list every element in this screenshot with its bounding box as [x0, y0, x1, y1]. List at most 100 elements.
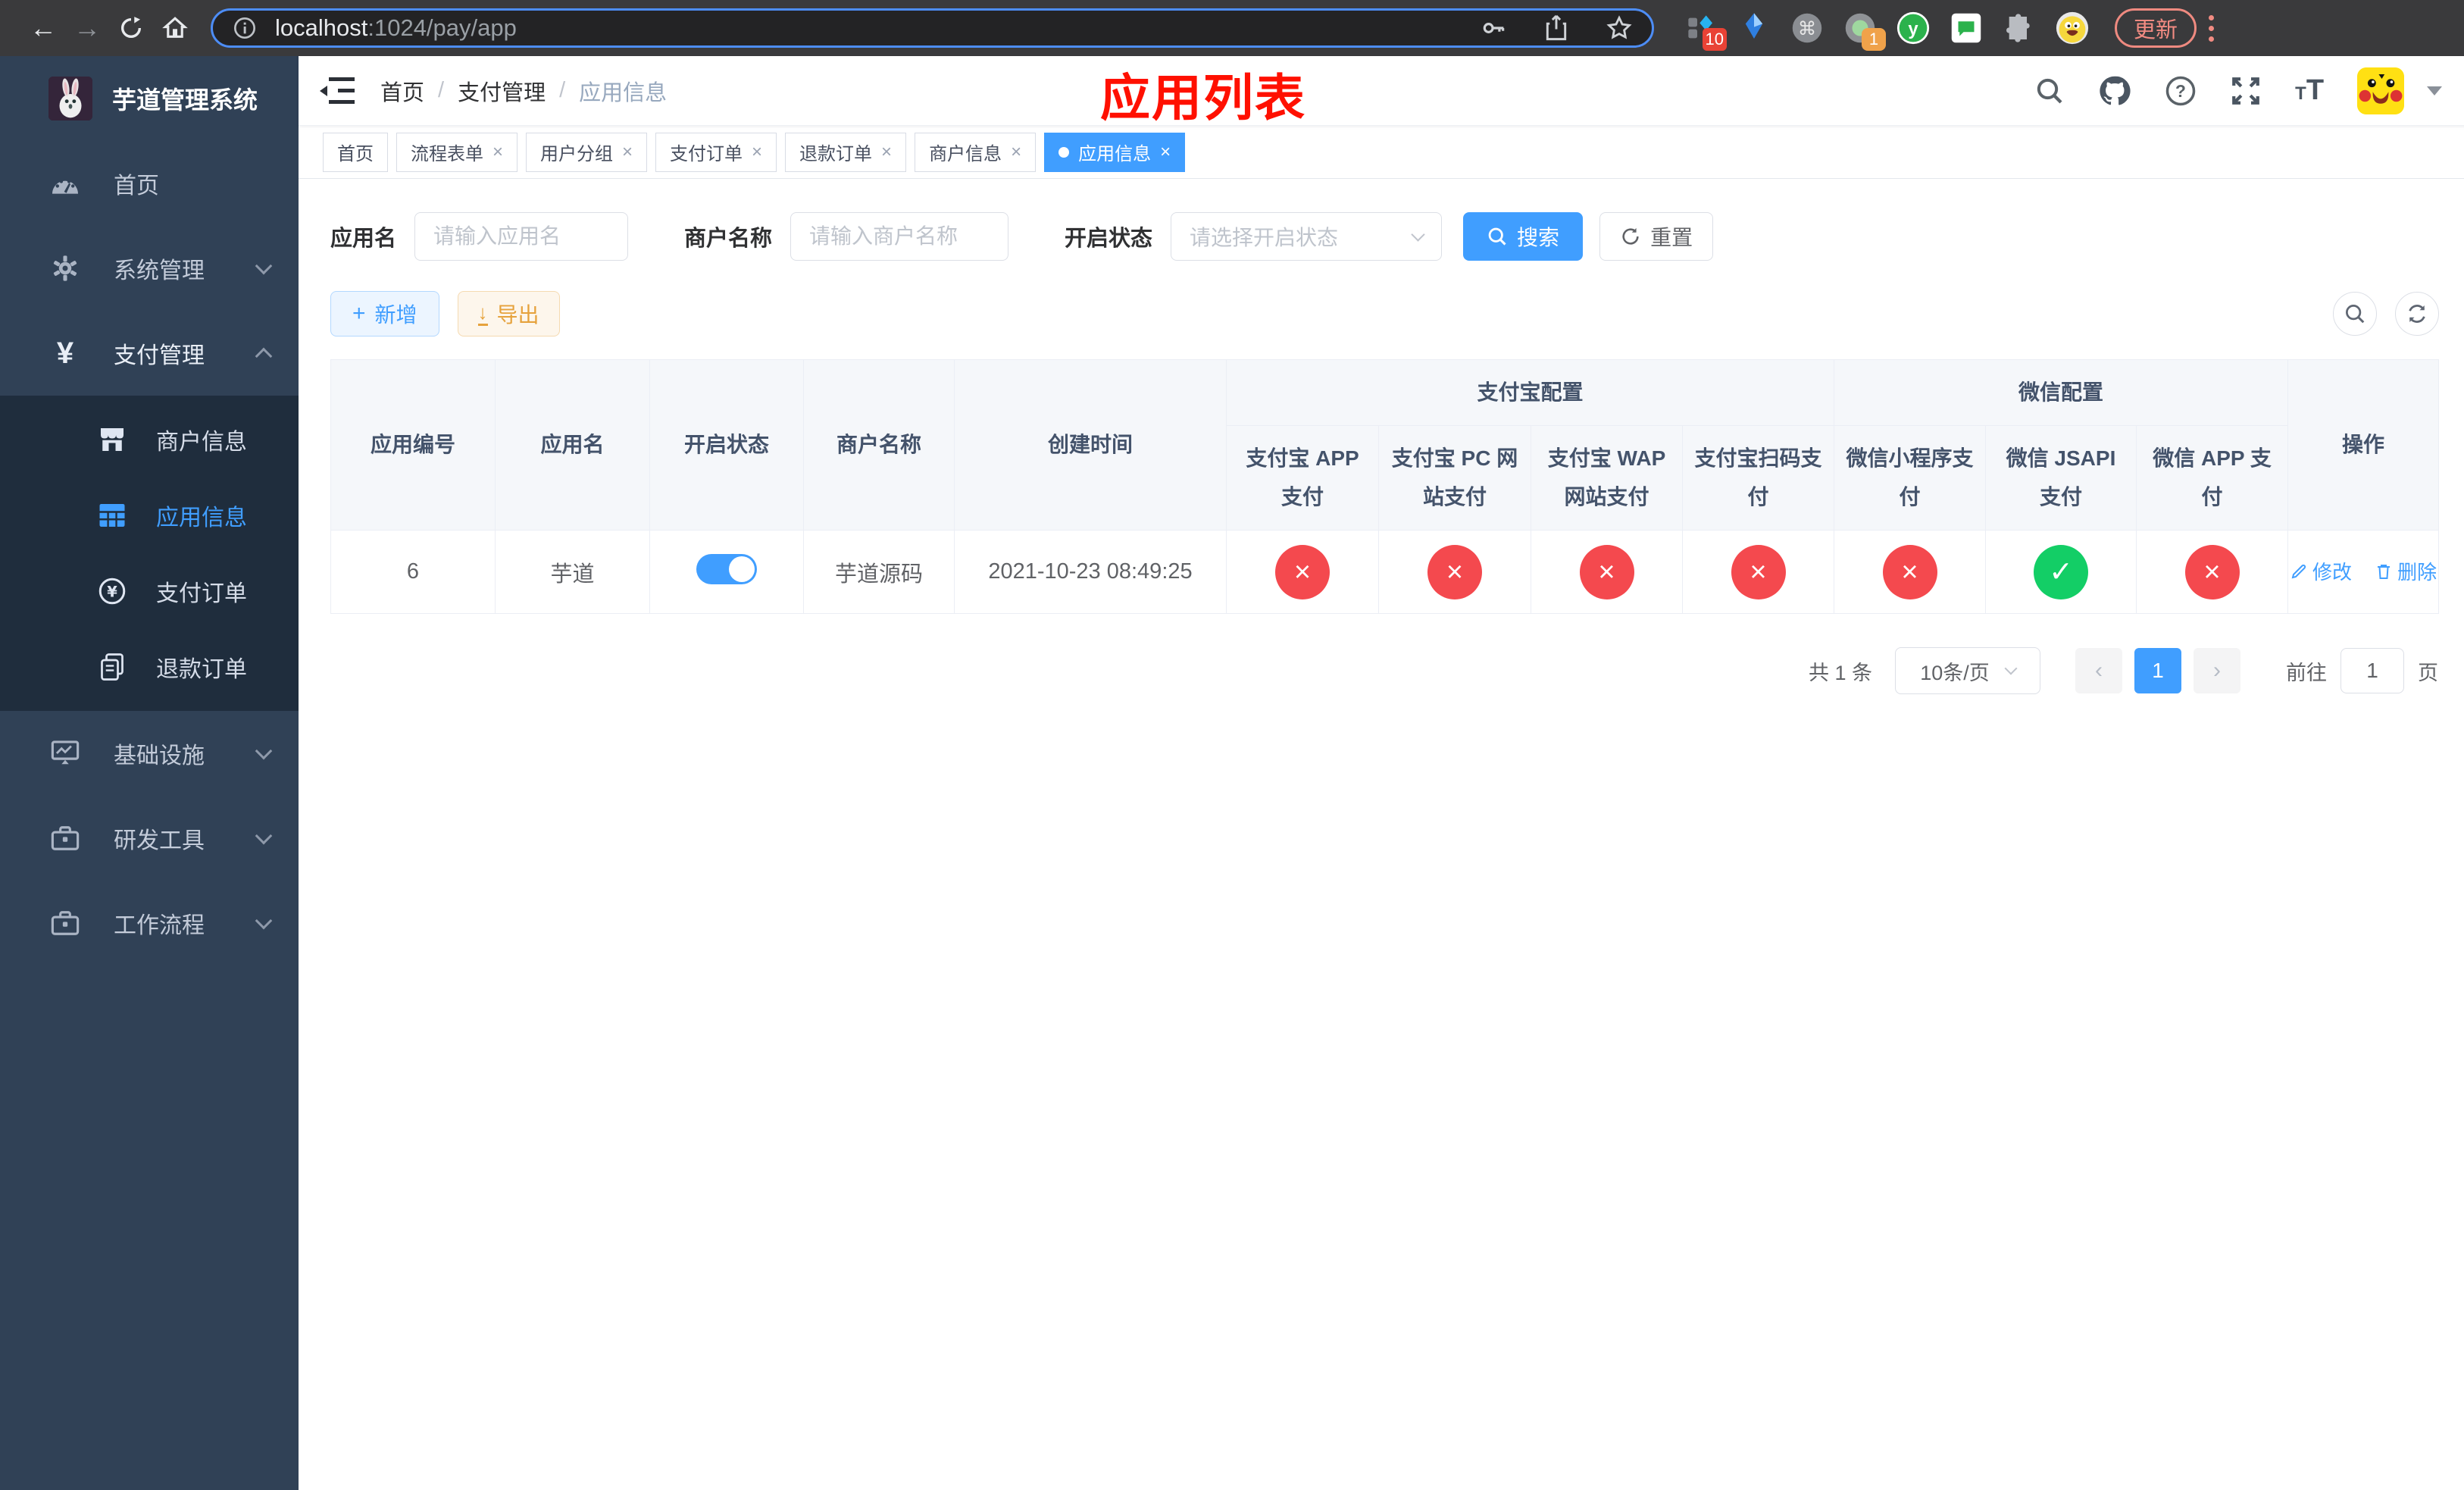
browser-update-button[interactable]: 更新 [2115, 8, 2197, 48]
ext-command-icon[interactable]: ⌘ [1790, 11, 1824, 45]
page-number-1[interactable]: 1 [2134, 648, 2181, 694]
help-icon[interactable]: ? [2165, 75, 2197, 107]
user-avatar[interactable] [2357, 67, 2405, 114]
search-button[interactable]: 搜索 [1463, 212, 1584, 261]
browser-forward-button[interactable]: → [65, 6, 109, 50]
col-wx-mini: 微信小程序支付 [1834, 425, 1987, 531]
browser-back-button[interactable]: ← [21, 6, 65, 50]
cell-app-name: 芋道 [495, 530, 650, 615]
tab-app-info[interactable]: 应用信息 × [1044, 132, 1186, 172]
browser-menu-icon[interactable] [2209, 14, 2215, 42]
wx-jsapi-status: ✓ [2034, 544, 2089, 599]
export-button[interactable]: ↓ 导出 [457, 291, 560, 337]
breadcrumb-payment[interactable]: 支付管理 [458, 75, 546, 107]
refresh-icon [2409, 305, 2425, 323]
col-app-name: 应用名 [495, 358, 650, 531]
app-name-input[interactable] [414, 212, 629, 261]
merchant-name-input[interactable] [790, 212, 1009, 261]
browser-profile-avatar[interactable] [2056, 11, 2089, 45]
sidebar-item-devtools[interactable]: 研发工具 [0, 796, 299, 881]
prev-page-button[interactable]: ‹ [2075, 648, 2122, 694]
breadcrumb-home[interactable]: 首页 [380, 75, 424, 107]
tab-process-form[interactable]: 流程表单 × [396, 132, 518, 172]
caret-down-icon[interactable] [2427, 86, 2443, 95]
bookmark-star-icon[interactable] [1605, 14, 1634, 42]
reset-button[interactable]: 重置 [1599, 212, 1714, 261]
close-icon[interactable]: × [752, 142, 762, 163]
col-alipay-pc: 支付宝 PC 网站支付 [1378, 425, 1531, 531]
tab-pay-order[interactable]: 支付订单 × [655, 132, 777, 172]
ext-kite-icon[interactable] [1737, 11, 1771, 45]
browser-home-button[interactable] [153, 6, 197, 50]
ext-record-icon[interactable]: 1 [1843, 11, 1886, 51]
sidebar-item-payment[interactable]: ¥ 支付管理 [0, 311, 299, 396]
page-size-select[interactable]: 10条/页 [1895, 647, 2040, 695]
extensions-puzzle-icon[interactable] [2003, 11, 2036, 45]
goto-page-input[interactable] [2340, 648, 2404, 694]
sidebar-item-system[interactable]: 系统管理 [0, 226, 299, 311]
app-title: 芋道管理系统 [112, 86, 258, 114]
ext-y-green-icon[interactable]: y [1896, 11, 1930, 45]
status-select[interactable]: 请选择开启状态 [1171, 212, 1443, 261]
refresh-icon [1622, 227, 1639, 245]
url-text[interactable]: localhost:1024/pay/app [275, 14, 1479, 42]
status-label: 开启状态 [1065, 227, 1153, 251]
fullscreen-icon[interactable] [2230, 75, 2262, 107]
next-page-button[interactable]: › [2194, 648, 2240, 694]
sidebar-item-merchant-info[interactable]: 商户信息 [0, 402, 299, 477]
close-icon[interactable]: × [492, 142, 503, 163]
col-alipay-qr: 支付宝扫码支付 [1681, 425, 1835, 531]
add-button[interactable]: + 新增 [330, 291, 439, 337]
sidebar-collapse-icon[interactable] [320, 77, 355, 105]
share-icon[interactable] [1543, 14, 1570, 42]
search-icon [2346, 305, 2365, 324]
sidebar-item-infrastructure[interactable]: 基础设施 [0, 711, 299, 796]
col-alipay-wap: 支付宝 WAP 网站支付 [1531, 425, 1683, 531]
chevron-down-icon [2004, 662, 2018, 675]
site-info-icon[interactable] [231, 14, 258, 42]
status-toggle[interactable] [696, 553, 757, 584]
search-icon[interactable] [2034, 76, 2065, 106]
close-icon[interactable]: × [1011, 142, 1021, 163]
chevron-down-icon [255, 257, 273, 275]
col-group-wechat: 微信配置 [1834, 358, 2289, 427]
sidebar-logo[interactable]: 芋道管理系统 [0, 56, 299, 141]
logo-rabbit-image [48, 77, 92, 121]
tab-home[interactable]: 首页 [323, 132, 388, 172]
plus-icon: + [352, 301, 366, 326]
password-key-icon[interactable] [1479, 14, 1508, 42]
browser-chrome: ← → localhost:1024/pay/app 10 ⌘ 1 y 更新 [0, 0, 2464, 56]
total-count: 共 1 条 [1808, 661, 1872, 684]
refresh-table-button[interactable] [2395, 292, 2440, 336]
sidebar-item-home[interactable]: 首页 [0, 141, 299, 226]
cell-app-id: 6 [330, 530, 496, 615]
github-icon[interactable] [2098, 74, 2131, 108]
close-icon[interactable]: × [622, 142, 633, 163]
close-icon[interactable]: × [881, 142, 892, 163]
chevron-down-icon [1411, 227, 1425, 242]
close-icon[interactable]: × [1160, 142, 1171, 163]
storefront-icon [95, 427, 129, 452]
page-content: 应用名 商户名称 开启状态 请选择开启状态 搜索 重置 [299, 179, 2464, 1490]
pay-order-icon: ¥ [95, 578, 129, 605]
font-size-icon[interactable]: TT [2295, 74, 2324, 107]
tab-user-group[interactable]: 用户分组 × [526, 132, 648, 172]
ext-chat-icon[interactable] [1950, 11, 1983, 45]
toolbox-icon [48, 825, 82, 852]
browser-reload-button[interactable] [109, 6, 153, 50]
extension-icons: 10 ⌘ 1 y [1684, 11, 2089, 51]
ext-blue-diamond-icon[interactable]: 10 [1684, 11, 1727, 51]
tab-refund-order[interactable]: 退款订单 × [785, 132, 907, 172]
toggle-search-button[interactable] [2333, 292, 2378, 336]
sidebar-item-workflow[interactable]: 工作流程 [0, 881, 299, 966]
edit-link[interactable]: 修改 [2290, 557, 2352, 585]
sidebar-item-pay-order[interactable]: ¥ 支付订单 [0, 553, 299, 629]
delete-link[interactable]: 删除 [2375, 557, 2437, 585]
sidebar-item-app-info[interactable]: 应用信息 [0, 477, 299, 553]
reload-icon [121, 17, 142, 38]
annotation-app-list: 应用列表 [1100, 70, 1306, 126]
address-bar[interactable]: localhost:1024/pay/app [211, 8, 1654, 48]
sidebar-item-refund-order[interactable]: 退款订单 [0, 629, 299, 705]
alipay-wap-status: × [1579, 544, 1634, 599]
tab-merchant-info[interactable]: 商户信息 × [915, 132, 1037, 172]
